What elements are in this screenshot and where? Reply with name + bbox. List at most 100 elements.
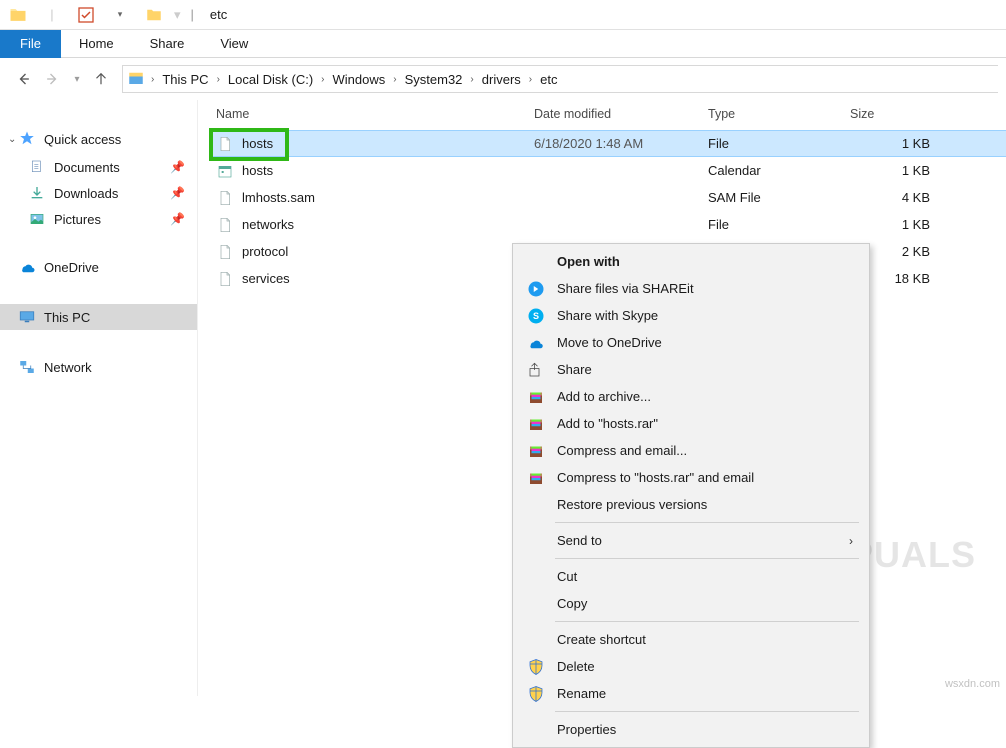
back-icon[interactable] bbox=[8, 64, 38, 94]
file-type: File bbox=[708, 136, 850, 151]
file-name: hosts bbox=[242, 136, 273, 151]
shield-icon bbox=[525, 684, 547, 704]
chevron-right-icon[interactable]: › bbox=[317, 74, 328, 85]
main-area: ⌄ Quick access Documents 📌 Downloads 📌 P… bbox=[0, 100, 1006, 696]
documents-icon bbox=[28, 158, 46, 176]
nav-bar: ▾ › This PC › Local Disk (C:) › Windows … bbox=[0, 58, 1006, 100]
sidebar-item-documents[interactable]: Documents 📌 bbox=[0, 154, 197, 180]
sidebar-item-downloads[interactable]: Downloads 📌 bbox=[0, 180, 197, 206]
cm-send-to[interactable]: Send to › bbox=[515, 527, 867, 554]
cm-open-with[interactable]: Open with bbox=[515, 248, 867, 275]
skype-icon: S bbox=[525, 306, 547, 326]
separator bbox=[555, 621, 859, 622]
file-row[interactable]: lmhosts.samSAM File4 KB bbox=[210, 184, 1006, 211]
sidebar-item-pictures[interactable]: Pictures 📌 bbox=[0, 206, 197, 232]
file-icon bbox=[216, 189, 234, 207]
up-icon[interactable] bbox=[86, 64, 116, 94]
breadcrumb-seg[interactable]: etc bbox=[536, 72, 561, 87]
breadcrumb[interactable]: › This PC › Local Disk (C:) › Windows › … bbox=[122, 65, 998, 93]
cm-properties[interactable]: Properties bbox=[515, 716, 867, 743]
tab-share[interactable]: Share bbox=[132, 30, 203, 58]
cm-label: Restore previous versions bbox=[557, 497, 707, 512]
chevron-right-icon[interactable]: › bbox=[389, 74, 400, 85]
file-name: hosts bbox=[242, 163, 273, 178]
this-pc-icon bbox=[18, 308, 36, 326]
breadcrumb-seg[interactable]: drivers bbox=[478, 72, 525, 87]
pin-icon: 📌 bbox=[170, 212, 185, 226]
sidebar-label: This PC bbox=[44, 310, 90, 325]
chevron-right-icon[interactable]: › bbox=[213, 74, 224, 85]
forward-icon[interactable] bbox=[38, 64, 68, 94]
col-size[interactable]: Size bbox=[850, 107, 950, 121]
qat-separator: | bbox=[191, 7, 194, 22]
sidebar-label: Quick access bbox=[44, 132, 121, 147]
file-size: 1 KB bbox=[850, 136, 950, 151]
col-date[interactable]: Date modified bbox=[534, 107, 708, 121]
cm-label: Create shortcut bbox=[557, 632, 646, 647]
file-name: networks bbox=[242, 217, 294, 232]
chevron-right-icon[interactable]: › bbox=[147, 74, 158, 85]
cm-compress-hosts-email[interactable]: Compress to "hosts.rar" and email bbox=[515, 464, 867, 491]
cm-add-hosts-rar[interactable]: Add to "hosts.rar" bbox=[515, 410, 867, 437]
file-icon bbox=[216, 216, 234, 234]
breadcrumb-seg[interactable]: Windows bbox=[329, 72, 390, 87]
sidebar-label: Network bbox=[44, 360, 92, 375]
file-tab[interactable]: File bbox=[0, 30, 61, 58]
blank-icon bbox=[525, 567, 547, 587]
file-size: 1 KB bbox=[850, 217, 950, 232]
cm-add-archive[interactable]: Add to archive... bbox=[515, 383, 867, 410]
cm-rename[interactable]: Rename bbox=[515, 680, 867, 707]
chevron-down-icon[interactable]: ⌄ bbox=[8, 134, 16, 145]
recent-dropdown-icon[interactable]: ▾ bbox=[68, 64, 86, 94]
sidebar-item-network[interactable]: Network bbox=[0, 354, 197, 380]
breadcrumb-root-icon[interactable] bbox=[127, 69, 145, 90]
sidebar-label: Pictures bbox=[54, 212, 101, 227]
context-menu: Open with Share files via SHAREit S Shar… bbox=[512, 243, 870, 748]
cm-share-skype[interactable]: S Share with Skype bbox=[515, 302, 867, 329]
breadcrumb-seg[interactable]: System32 bbox=[401, 72, 467, 87]
chevron-right-icon[interactable]: › bbox=[525, 74, 536, 85]
qat-properties-icon[interactable] bbox=[72, 1, 100, 29]
file-row[interactable]: hosts 6/18/2020 1:48 AMFile1 KB bbox=[210, 130, 1006, 157]
file-icon bbox=[216, 162, 234, 180]
cm-label: Share bbox=[557, 362, 592, 377]
cm-move-onedrive[interactable]: Move to OneDrive bbox=[515, 329, 867, 356]
cm-share[interactable]: Share bbox=[515, 356, 867, 383]
cm-label: Add to archive... bbox=[557, 389, 651, 404]
sidebar-item-quick-access[interactable]: ⌄ Quick access bbox=[0, 126, 197, 152]
sidebar-item-this-pc[interactable]: This PC bbox=[0, 304, 197, 330]
onedrive-icon bbox=[18, 258, 36, 276]
winrar-icon bbox=[525, 387, 547, 407]
sidebar-item-onedrive[interactable]: OneDrive bbox=[0, 254, 197, 280]
cm-create-shortcut[interactable]: Create shortcut bbox=[515, 626, 867, 653]
cm-label: Open with bbox=[557, 254, 620, 269]
breadcrumb-seg[interactable]: Local Disk (C:) bbox=[224, 72, 317, 87]
cm-label: Copy bbox=[557, 596, 587, 611]
cm-share-shareit[interactable]: Share files via SHAREit bbox=[515, 275, 867, 302]
title-bar: | ▾ ▾ | etc bbox=[0, 0, 1006, 30]
cm-cut[interactable]: Cut bbox=[515, 563, 867, 590]
shareit-icon bbox=[525, 279, 547, 299]
col-name[interactable]: Name bbox=[216, 107, 534, 121]
file-row[interactable]: networksFile1 KB bbox=[210, 211, 1006, 238]
sidebar-label: OneDrive bbox=[44, 260, 99, 275]
breadcrumb-seg[interactable]: This PC bbox=[158, 72, 212, 87]
winrar-icon bbox=[525, 468, 547, 488]
col-type[interactable]: Type bbox=[708, 107, 850, 121]
tab-view[interactable]: View bbox=[202, 30, 266, 58]
file-date: 6/18/2020 1:48 AM bbox=[534, 136, 708, 151]
cm-restore[interactable]: Restore previous versions bbox=[515, 491, 867, 518]
tab-home[interactable]: Home bbox=[61, 30, 132, 58]
cm-label: Share with Skype bbox=[557, 308, 658, 323]
column-headers[interactable]: Name Date modified Type Size bbox=[198, 100, 1006, 128]
chevron-right-icon[interactable]: › bbox=[466, 74, 477, 85]
cm-label: Cut bbox=[557, 569, 577, 584]
cm-copy[interactable]: Copy bbox=[515, 590, 867, 617]
separator bbox=[555, 522, 859, 523]
cm-compress-email[interactable]: Compress and email... bbox=[515, 437, 867, 464]
qat-dropdown-icon[interactable]: ▾ bbox=[106, 1, 134, 29]
file-row[interactable]: hostsCalendar1 KB bbox=[210, 157, 1006, 184]
file-name: lmhosts.sam bbox=[242, 190, 315, 205]
file-icon bbox=[216, 243, 234, 261]
cm-delete[interactable]: Delete bbox=[515, 653, 867, 680]
